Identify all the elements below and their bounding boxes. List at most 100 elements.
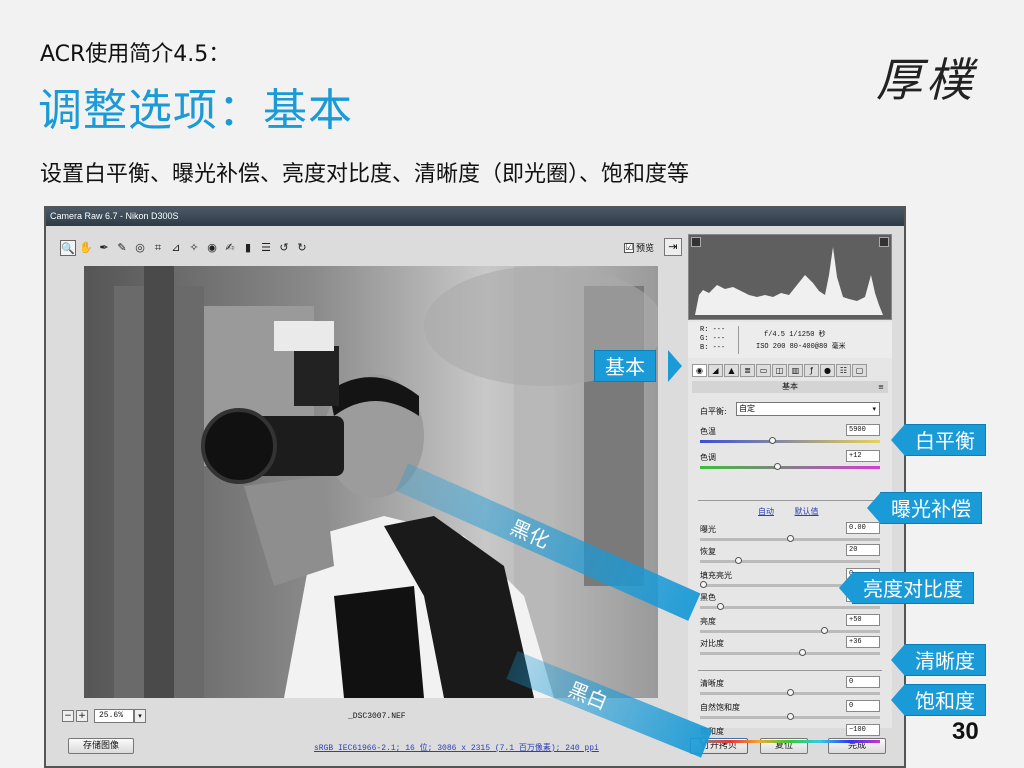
slider-thumb[interactable] [734, 557, 742, 564]
targeted-adjustment-tool-icon[interactable]: ◎ [132, 240, 148, 256]
tab-lens-corrections-icon[interactable]: ◫ [772, 364, 787, 377]
zoom-dropdown-arrow[interactable]: ▾ [134, 709, 146, 723]
highlight-clipping-icon[interactable] [879, 237, 889, 247]
default-link[interactable]: 默认值 [795, 507, 819, 516]
b-value: B: --- [700, 344, 726, 352]
hand-tool-icon[interactable]: ✋ [78, 240, 94, 256]
g-value: G: --- [700, 335, 726, 343]
preview-checkbox[interactable]: ☑ 预览 [624, 241, 654, 254]
window-title: Camera Raw 6.7 - Nikon D300S [46, 208, 904, 226]
slider-label: 色温 [700, 427, 716, 436]
slider-value-field[interactable]: 0 [846, 700, 880, 712]
slider-7: 对比度 +36 [700, 636, 880, 662]
crop-tool-icon[interactable]: ⌗ [150, 240, 166, 256]
slider-value-field[interactable]: +36 [846, 636, 880, 648]
white-balance-tool-icon[interactable]: ✒ [96, 240, 112, 256]
fullscreen-icon[interactable]: ⇥ [664, 238, 682, 256]
slider-9: 自然饱和度 0 [700, 700, 880, 726]
red-eye-tool-icon[interactable]: ◉ [204, 240, 220, 256]
slider-track[interactable] [700, 630, 880, 633]
divider [698, 500, 882, 501]
slider-thumb[interactable] [798, 649, 806, 656]
slider-track[interactable] [700, 606, 880, 609]
panel-menu-icon[interactable]: ≡ [878, 381, 884, 393]
tab-basic-icon[interactable]: ◉ [692, 364, 707, 377]
exif-aperture-shutter: f/4.5 1/1250 秒 [764, 331, 826, 339]
rotate-right-icon[interactable]: ↻ [294, 240, 310, 256]
color-sampler-tool-icon[interactable]: ✎ [114, 240, 130, 256]
histogram-graph [695, 247, 883, 315]
slider-thumb[interactable] [700, 581, 707, 588]
tab-snapshots-icon[interactable]: ▢ [852, 364, 867, 377]
tab-camera-calibration-icon[interactable]: ● [820, 364, 835, 377]
adjust-panel: R: --- G: --- B: --- f/4.5 1/1250 秒 ISO … [688, 234, 892, 744]
shadow-clipping-icon[interactable] [691, 237, 701, 247]
slider-track[interactable] [700, 440, 880, 443]
divider [698, 670, 882, 671]
histogram [688, 234, 892, 320]
tab-effects-icon[interactable]: ▥ [788, 364, 803, 377]
save-image-button[interactable]: 存储图像 [68, 738, 134, 754]
slider-label: 填充亮光 [700, 571, 732, 580]
tab-presets-icon[interactable]: ☷ [836, 364, 851, 377]
slider-label: 黑色 [700, 593, 716, 602]
toolbar: 🔍 ✋ ✒ ✎ ◎ ⌗ ⊿ ✧ ◉ ✍ ▮ ☰ ↺ ↻ [60, 238, 686, 258]
adjustment-brush-icon[interactable]: ✍ [222, 240, 238, 256]
callout-basic: 基本 [594, 350, 656, 382]
slider-value-field[interactable]: +12 [846, 450, 880, 462]
straighten-tool-icon[interactable]: ⊿ [168, 240, 184, 256]
slider-3: 恢复 20 [700, 544, 880, 570]
info-readout: R: --- G: --- B: --- f/4.5 1/1250 秒 ISO … [688, 322, 892, 358]
callout-clarity: 清晰度 [904, 644, 986, 676]
slider-value-field[interactable]: +50 [846, 614, 880, 626]
slider-value-field[interactable]: 5900 [846, 424, 880, 436]
slider-value-field[interactable]: 0 [846, 676, 880, 688]
slider-track[interactable] [700, 652, 880, 655]
photo-preview [84, 266, 658, 698]
zoom-tool-icon[interactable]: 🔍 [60, 240, 76, 256]
slider-thumb[interactable] [786, 713, 794, 720]
callout-brightness-contrast-arrow [839, 572, 853, 604]
panel-header: 基本 ≡ [692, 381, 888, 393]
auto-link[interactable]: 自动 [758, 507, 774, 516]
callout-white-balance-arrow [891, 424, 905, 456]
slider-value-field[interactable]: 20 [846, 544, 880, 556]
slider-label: 亮度 [700, 617, 716, 626]
slider-label: 自然饱和度 [700, 703, 740, 712]
slider-value-field[interactable]: −100 [846, 724, 880, 736]
slider-track[interactable] [700, 560, 880, 563]
preferences-icon[interactable]: ☰ [258, 240, 274, 256]
zoom-in-button[interactable]: + [76, 710, 88, 722]
callout-exposure-arrow [867, 492, 881, 524]
workflow-options-link[interactable]: sRGB IEC61966-2.1; 16 位; 3086 x 2315 (7.… [314, 742, 599, 753]
tab-fx-icon[interactable]: ƒ [804, 364, 819, 377]
slider-track[interactable] [700, 466, 880, 469]
page-number: 30 [952, 718, 979, 745]
callout-exposure: 曝光补偿 [880, 492, 982, 524]
tab-detail-icon[interactable]: ▲ [724, 364, 739, 377]
callout-white-balance: 白平衡 [904, 424, 986, 456]
tab-split-toning-icon[interactable]: ▭ [756, 364, 771, 377]
slide-description: 设置白平衡、曝光补偿、亮度对比度、清晰度（即光圈）、饱和度等 [40, 162, 690, 187]
slider-10: 饱和度 −100 [700, 724, 880, 750]
slider-thumb[interactable] [786, 535, 794, 542]
slider-label: 对比度 [700, 639, 724, 648]
slide-subtitle: ACR使用简介4.5： [40, 42, 231, 67]
preview-checkbox-box[interactable]: ☑ [624, 242, 634, 253]
zoom-level-field[interactable]: 25.6% [94, 709, 134, 723]
slider-8: 清晰度 0 [700, 676, 880, 702]
slider-thumb[interactable] [786, 689, 794, 696]
tab-hsl-icon[interactable]: ≣ [740, 364, 755, 377]
rotate-left-icon[interactable]: ↺ [276, 240, 292, 256]
white-balance-select[interactable]: 自定 ▾ [736, 402, 880, 416]
panel-title: 基本 [782, 382, 798, 391]
slider-track[interactable] [700, 740, 880, 743]
tab-tone-curve-icon[interactable]: ◢ [708, 364, 723, 377]
spot-removal-tool-icon[interactable]: ✧ [186, 240, 202, 256]
zoom-out-button[interactable]: − [62, 710, 74, 722]
callout-saturation-arrow [891, 684, 905, 716]
graduated-filter-icon[interactable]: ▮ [240, 240, 256, 256]
preview-label: 预览 [636, 244, 655, 254]
filename-label: _DSC3007.NEF [348, 712, 406, 721]
slider-label: 清晰度 [700, 679, 724, 688]
